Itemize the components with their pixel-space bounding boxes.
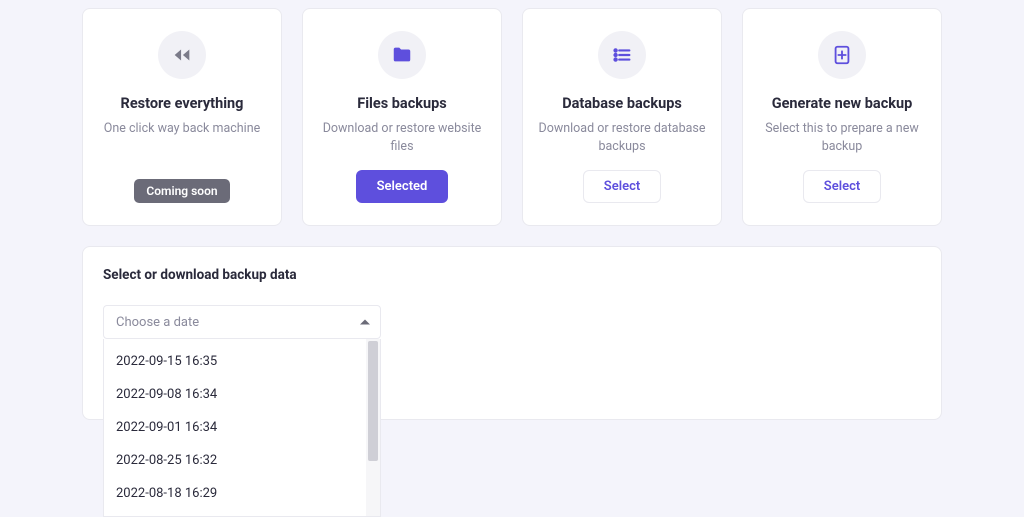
folder-icon xyxy=(378,31,426,79)
list-icon xyxy=(598,31,646,79)
backup-data-panel: Select or download backup data Choose a … xyxy=(82,246,942,420)
dropdown-scrollbar[interactable] xyxy=(366,339,380,516)
date-dropdown: 2022-09-15 16:35 2022-09-08 16:34 2022-0… xyxy=(103,339,381,517)
panel-title: Select or download backup data xyxy=(103,267,921,283)
card-title: Generate new backup xyxy=(772,95,913,112)
card-subtitle: Download or restore database backups xyxy=(537,120,707,156)
chevron-up-icon xyxy=(360,320,370,325)
card-database-backups: Database backups Download or restore dat… xyxy=(522,8,722,226)
date-option[interactable]: 2022-08-25 16:32 xyxy=(104,444,366,477)
card-subtitle: Download or restore website files xyxy=(317,120,487,156)
date-option[interactable]: 2022-09-15 16:35 xyxy=(104,345,366,378)
card-title: Database backups xyxy=(562,95,682,112)
card-subtitle: One click way back machine xyxy=(104,120,261,138)
card-restore-everything: Restore everything One click way back ma… xyxy=(82,8,282,226)
date-select: Choose a date 2022-09-15 16:35 2022-09-0… xyxy=(103,305,381,339)
selected-button[interactable]: Selected xyxy=(356,170,449,203)
select-button[interactable]: Select xyxy=(803,170,881,203)
rewind-icon xyxy=(158,31,206,79)
scrollbar-thumb[interactable] xyxy=(368,341,378,461)
card-subtitle: Select this to prepare a new backup xyxy=(757,120,927,156)
coming-soon-badge: Coming soon xyxy=(134,179,229,203)
date-select-trigger[interactable]: Choose a date xyxy=(103,305,381,339)
date-option[interactable]: 2022-09-01 16:34 xyxy=(104,411,366,444)
backup-option-cards: Restore everything One click way back ma… xyxy=(82,8,942,226)
date-select-placeholder: Choose a date xyxy=(116,315,199,330)
card-files-backups: Files backups Download or restore websit… xyxy=(302,8,502,226)
select-button[interactable]: Select xyxy=(583,170,661,203)
add-document-icon xyxy=(818,31,866,79)
date-option[interactable]: 2022-08-18 16:29 xyxy=(104,477,366,510)
date-option-list: 2022-09-15 16:35 2022-09-08 16:34 2022-0… xyxy=(104,339,366,516)
card-generate-new-backup: Generate new backup Select this to prepa… xyxy=(742,8,942,226)
card-title: Restore everything xyxy=(121,95,244,112)
date-option[interactable]: 2022-09-08 16:34 xyxy=(104,378,366,411)
card-title: Files backups xyxy=(357,95,446,112)
